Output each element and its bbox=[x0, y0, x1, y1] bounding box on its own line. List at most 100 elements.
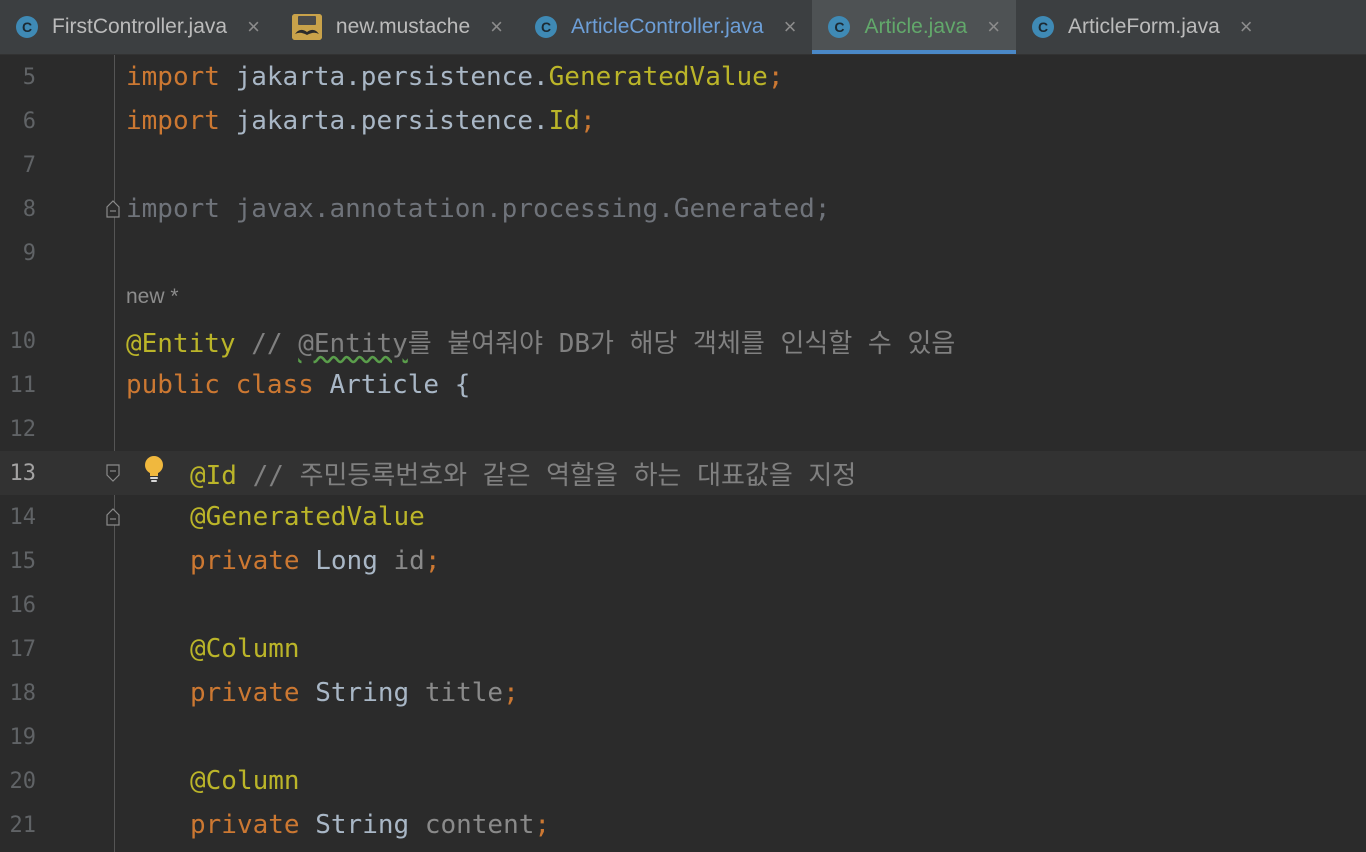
code-token: // bbox=[235, 328, 299, 359]
java-class-icon: C bbox=[1032, 16, 1055, 38]
line-number: 12 bbox=[9, 416, 37, 442]
line-number: 7 bbox=[22, 152, 36, 178]
code-line[interactable]: 19 bbox=[0, 715, 1366, 759]
code-text: import jakarta.persistence.GeneratedValu… bbox=[126, 62, 783, 92]
java-class-icon: C bbox=[16, 16, 38, 38]
close-icon[interactable]: × bbox=[1240, 14, 1253, 40]
code-line[interactable]: 11 public class Article { bbox=[0, 363, 1366, 407]
code-text: import javax.annotation.processing.Gener… bbox=[126, 194, 830, 224]
code-token: @Column bbox=[190, 766, 300, 796]
editor-tab-bar: C FirstController.java × new.mustache × … bbox=[0, 0, 1366, 55]
code-token: GeneratedValue bbox=[548, 62, 768, 92]
usages-inlay-hint[interactable]: new * bbox=[126, 285, 179, 309]
line-number: 13 bbox=[9, 460, 37, 486]
code-line[interactable]: 7 bbox=[0, 143, 1366, 187]
code-token: content bbox=[424, 810, 535, 840]
code-token: 를 붙여줘야 DB가 해당 객체를 인식할 수 있음 bbox=[407, 328, 956, 359]
tab-label: ArticleForm.java bbox=[1068, 15, 1220, 38]
close-icon[interactable]: × bbox=[784, 14, 797, 40]
tab-label: Article.java bbox=[864, 15, 968, 38]
code-line[interactable]: 9 bbox=[0, 231, 1366, 275]
fold-icon[interactable] bbox=[106, 200, 120, 218]
code-line[interactable]: 16 bbox=[0, 583, 1366, 627]
tab-article[interactable]: C Article.java × bbox=[812, 0, 1017, 54]
code-token: String bbox=[315, 810, 425, 840]
code-line[interactable]: 6 import jakarta.persistence.Id; bbox=[0, 99, 1366, 143]
code-token: @Column bbox=[190, 634, 300, 664]
code-text: private String content; bbox=[190, 810, 550, 840]
line-number: 10 bbox=[9, 328, 37, 354]
code-token: private bbox=[190, 810, 316, 840]
code-token: Article { bbox=[329, 370, 471, 400]
code-token: jakarta.persistence. bbox=[235, 106, 549, 136]
code-text: public class Article { bbox=[126, 370, 470, 400]
java-class-icon: C bbox=[535, 16, 558, 38]
line-number: 16 bbox=[9, 592, 37, 618]
line-number: 5 bbox=[22, 64, 36, 90]
line-number: 6 bbox=[22, 108, 36, 134]
code-token: ; bbox=[767, 62, 784, 92]
close-icon[interactable]: × bbox=[247, 14, 260, 40]
tab-article-controller[interactable]: C ArticleController.java × bbox=[519, 0, 812, 54]
code-token: @Id bbox=[190, 460, 237, 491]
code-line[interactable]: 13 @Id // 주민등록번호와 같은 역할을 하는 대표값을 지정 bbox=[0, 451, 1366, 495]
line-number: 20 bbox=[9, 768, 37, 794]
code-text: import jakarta.persistence.Id; bbox=[126, 106, 596, 136]
code-line[interactable]: 12 bbox=[0, 407, 1366, 451]
line-number: 15 bbox=[9, 548, 37, 574]
code-text: @Entity // @Entity를 붙여줘야 DB가 해당 객체를 인식할 … bbox=[126, 323, 955, 360]
tab-label: ArticleController.java bbox=[571, 15, 764, 38]
line-number: 8 bbox=[22, 196, 36, 222]
mustache-icon bbox=[291, 14, 322, 40]
lightbulb-icon[interactable] bbox=[143, 455, 165, 485]
tab-label: FirstController.java bbox=[52, 15, 228, 38]
code-text: @GeneratedValue bbox=[190, 502, 425, 532]
code-token: String bbox=[315, 678, 425, 708]
fold-icon[interactable] bbox=[106, 508, 120, 526]
code-token: private bbox=[190, 546, 316, 576]
code-line[interactable]: 18 private String title; bbox=[0, 671, 1366, 715]
code-token: jakarta.persistence. bbox=[235, 62, 549, 92]
code-line[interactable]: 10 @Entity // @Entity를 붙여줘야 DB가 해당 객체를 인식… bbox=[0, 319, 1366, 363]
code-vision-hint[interactable]: new * bbox=[0, 275, 1366, 319]
code-token: private bbox=[190, 678, 316, 708]
code-token: import javax.annotation.processing.Gener… bbox=[126, 194, 831, 224]
code-token: title bbox=[424, 678, 504, 708]
code-token: Long bbox=[315, 546, 394, 576]
java-class-icon: C bbox=[828, 16, 851, 38]
fold-icon[interactable] bbox=[106, 464, 120, 482]
code-line[interactable]: 5 import jakarta.persistence.GeneratedVal… bbox=[0, 55, 1366, 99]
code-editor[interactable]: 5 import jakarta.persistence.GeneratedVal… bbox=[0, 55, 1366, 852]
code-line[interactable]: 14 @GeneratedValue bbox=[0, 495, 1366, 539]
code-token: @Entity bbox=[126, 328, 236, 359]
line-number: 14 bbox=[9, 504, 37, 530]
tab-first-controller[interactable]: C FirstController.java × bbox=[0, 0, 276, 54]
code-line[interactable]: 17 @Column bbox=[0, 627, 1366, 671]
line-number: 18 bbox=[9, 680, 37, 706]
code-token: id bbox=[393, 546, 425, 576]
code-token: @Entity bbox=[298, 328, 408, 359]
code-line[interactable]: 8 import javax.annotation.processing.Gene… bbox=[0, 187, 1366, 231]
code-text: @Column bbox=[190, 634, 300, 664]
close-icon[interactable]: × bbox=[987, 14, 1000, 40]
code-token: ; bbox=[534, 810, 551, 840]
line-number: 17 bbox=[9, 636, 37, 662]
code-token: public class bbox=[126, 370, 330, 400]
code-text: @Id // 주민등록번호와 같은 역할을 하는 대표값을 지정 bbox=[190, 455, 856, 492]
code-line[interactable]: 15 private Long id; bbox=[0, 539, 1366, 583]
code-line[interactable]: 20 @Column bbox=[0, 759, 1366, 803]
code-token: ; bbox=[424, 546, 441, 576]
code-token: // 주민등록번호와 같은 역할을 하는 대표값을 지정 bbox=[236, 460, 857, 491]
line-number: 19 bbox=[9, 724, 37, 750]
code-text: private Long id; bbox=[190, 546, 440, 576]
line-number: 9 bbox=[22, 240, 36, 266]
tab-label: new.mustache bbox=[335, 15, 471, 38]
line-number: 21 bbox=[9, 812, 37, 838]
tab-new-mustache[interactable]: new.mustache × bbox=[276, 0, 519, 54]
close-icon[interactable]: × bbox=[490, 14, 503, 40]
tab-article-form[interactable]: C ArticleForm.java × bbox=[1016, 0, 1269, 54]
code-line[interactable]: 21 private String content; bbox=[0, 803, 1366, 847]
code-token: import bbox=[126, 62, 236, 92]
code-text: private String title; bbox=[190, 678, 519, 708]
code-token: import bbox=[126, 106, 236, 136]
